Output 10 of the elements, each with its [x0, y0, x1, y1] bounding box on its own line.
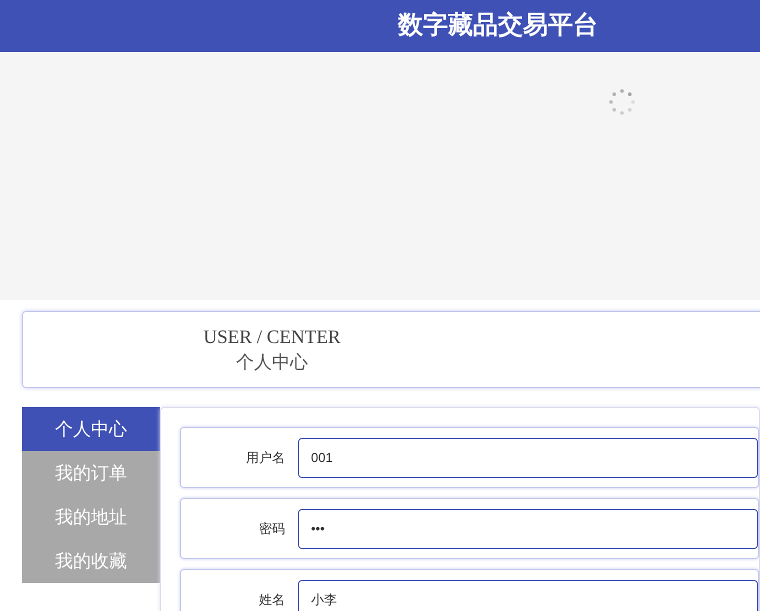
- site-title: 数字藏品交易平台: [398, 10, 598, 42]
- field-label: 姓名: [258, 590, 285, 609]
- input-field[interactable]: •••: [298, 508, 758, 548]
- input-field[interactable]: 小李: [298, 580, 758, 611]
- sidebar-item[interactable]: 个人中心: [22, 407, 160, 451]
- field-label: 密码: [258, 520, 285, 538]
- field-label: 用户名: [245, 448, 285, 467]
- heading-chinese: 个人中心: [236, 350, 308, 374]
- heading-english: USER / CENTER: [203, 326, 341, 350]
- input-field[interactable]: 001: [298, 438, 758, 478]
